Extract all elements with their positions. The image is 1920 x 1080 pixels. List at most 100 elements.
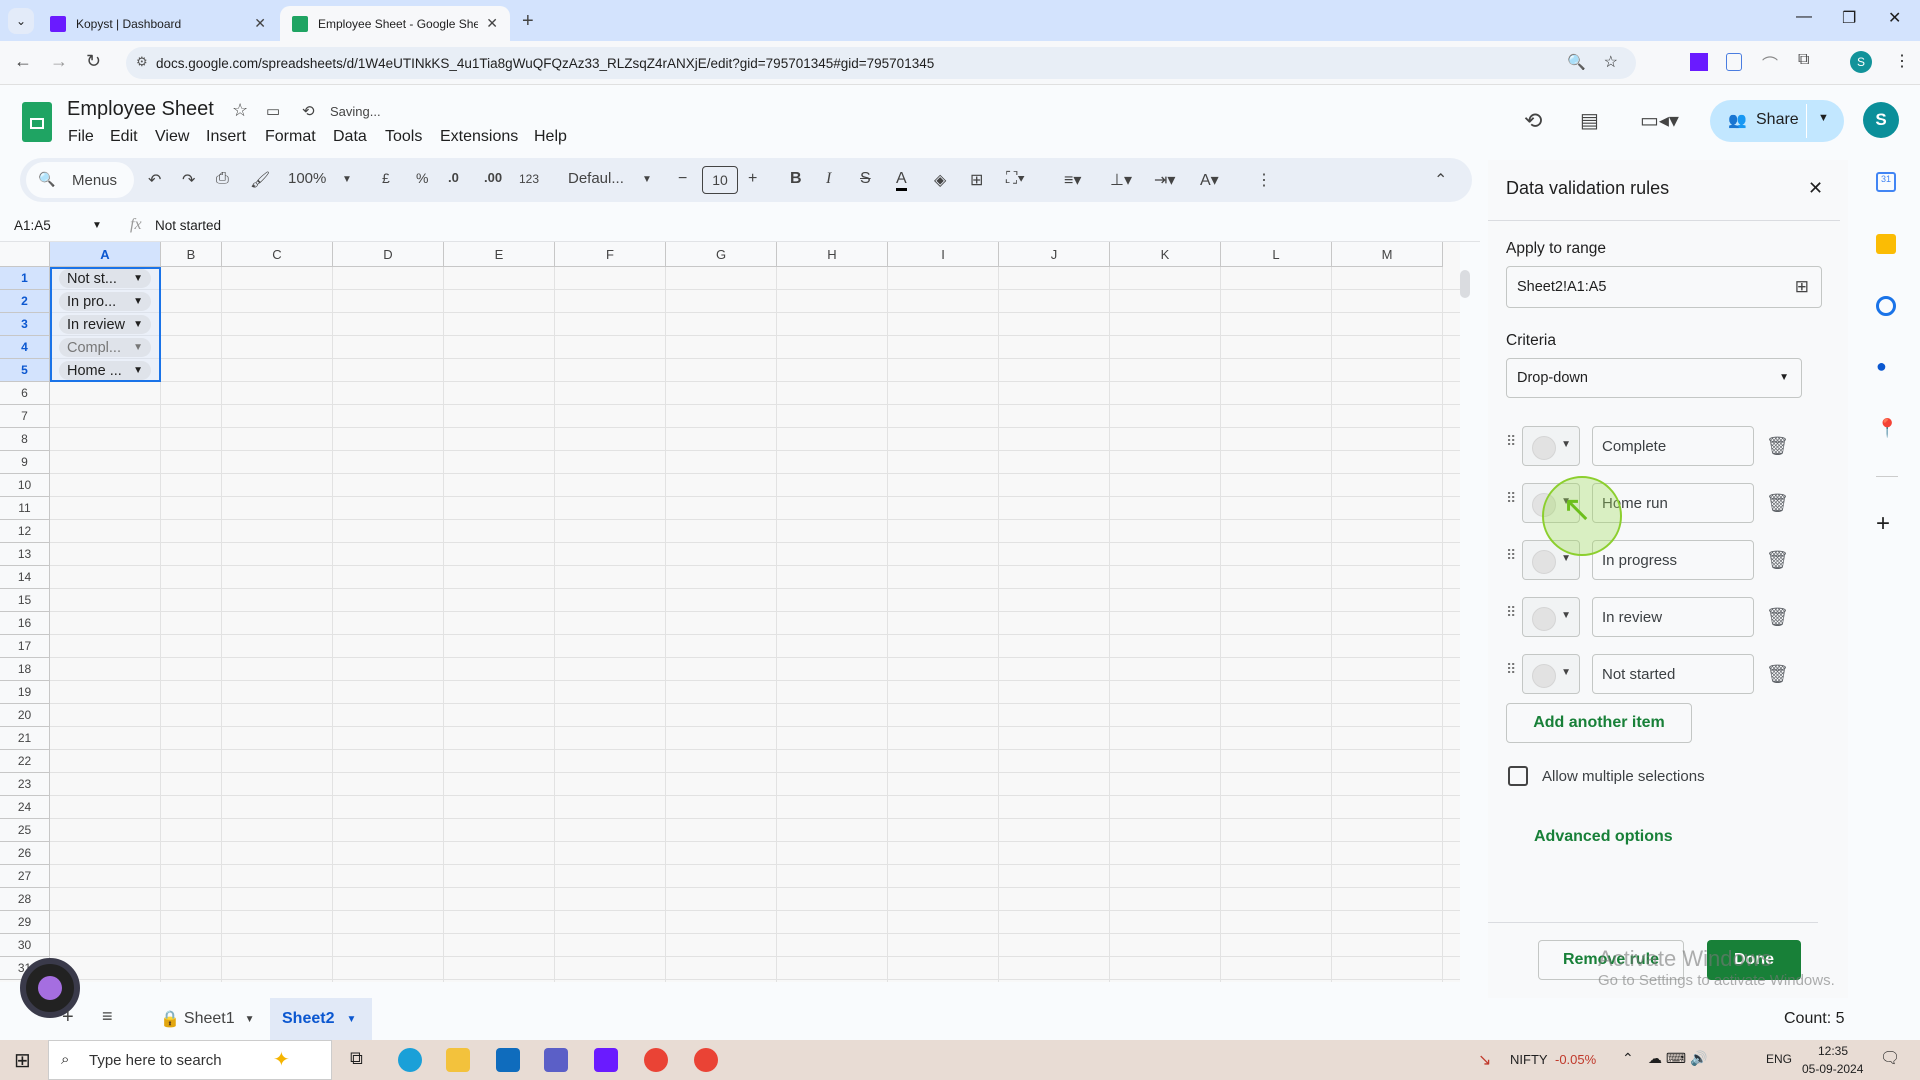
extensions-puzzle-icon[interactable]: ⧉ [1798, 51, 1809, 69]
chrome-profile-a-icon[interactable] [644, 1048, 668, 1072]
row-header[interactable]: 12 [0, 520, 50, 543]
dropdown-chip[interactable]: In review ▼ [59, 315, 151, 334]
clock-date[interactable]: 05-09-2024 [1802, 1062, 1863, 1076]
paint-format-icon[interactable]: 🖌 [250, 170, 270, 190]
row-header[interactable]: 26 [0, 842, 50, 865]
meet-icon[interactable]: ▭◂▾ [1640, 108, 1679, 133]
row-header[interactable]: 24 [0, 796, 50, 819]
column-header[interactable]: J [999, 242, 1110, 267]
borders-icon[interactable]: ⊞ [970, 170, 983, 190]
close-panel-icon[interactable]: ✕ [1808, 178, 1823, 199]
zoom-icon[interactable]: 🔍 [1567, 53, 1586, 71]
column-header[interactable]: M [1332, 242, 1443, 267]
language-indicator[interactable]: ENG [1766, 1052, 1792, 1066]
ticker-name[interactable]: NIFTY [1510, 1052, 1548, 1067]
row-header[interactable]: 21 [0, 727, 50, 750]
row-header[interactable]: 18 [0, 658, 50, 681]
vertical-scrollbar[interactable] [1460, 270, 1470, 298]
item-value-input[interactable]: In review [1592, 597, 1754, 637]
item-value-input[interactable]: In progress [1592, 540, 1754, 580]
menu-edit[interactable]: Edit [110, 128, 138, 146]
sheet-tab-sheet1[interactable]: 🔒 Sheet1 ▼ [160, 1004, 255, 1034]
tab-kopyst[interactable]: Kopyst | Dashboard ✕ [38, 6, 278, 41]
italic-icon[interactable]: I [826, 170, 831, 188]
menu-help[interactable]: Help [534, 128, 567, 146]
edge-icon[interactable] [398, 1048, 422, 1072]
zoom-select[interactable]: 100% [288, 170, 326, 187]
item-color-picker[interactable]: ▼ [1522, 654, 1580, 694]
font-select[interactable]: Defaul... [568, 170, 624, 187]
column-header[interactable]: B [161, 242, 222, 267]
row-header[interactable]: 13 [0, 543, 50, 566]
select-all-corner[interactable] [0, 242, 50, 267]
document-title[interactable]: Employee Sheet [67, 98, 214, 121]
comments-icon[interactable]: ▤ [1580, 108, 1599, 133]
row-header[interactable]: 17 [0, 635, 50, 658]
delete-item-icon[interactable]: 🗑 [1766, 436, 1789, 457]
share-button[interactable]: 👥 Share ▼ [1710, 100, 1844, 142]
row-header[interactable]: 1 [0, 267, 50, 290]
vertical-align-icon[interactable]: ⊥▾ [1110, 170, 1132, 190]
row-header[interactable]: 14 [0, 566, 50, 589]
name-box[interactable]: A1:A5 [14, 218, 51, 233]
row-header[interactable]: 20 [0, 704, 50, 727]
tray-icons[interactable]: ☁ ⌨ 🔊 [1648, 1050, 1707, 1067]
item-color-picker[interactable]: ▼ [1522, 426, 1580, 466]
row-header[interactable]: 6 [0, 382, 50, 405]
chrome-profile-s-icon[interactable] [694, 1048, 718, 1072]
move-folder-icon[interactable]: ▭ [266, 102, 280, 120]
delete-item-icon[interactable]: 🗑 [1766, 550, 1789, 571]
row-header[interactable]: 5 [0, 359, 50, 382]
row-header[interactable]: 11 [0, 497, 50, 520]
merge-cells-icon[interactable]: ⛶▾ [1006, 170, 1025, 188]
text-color-icon[interactable]: A [896, 170, 907, 191]
menu-view[interactable]: View [155, 128, 189, 146]
spreadsheet-grid[interactable]: A B C D E F G H I J K L M 1 2 3 4 5 6 7 8 9 10 11 12 13 14 15 16 17 18… [0, 242, 1460, 982]
chevron-down-icon[interactable]: ▼ [342, 174, 352, 185]
increase-decimal-button[interactable]: .00 [484, 170, 502, 185]
minimize-icon[interactable]: — [1796, 8, 1812, 26]
row-header[interactable]: 28 [0, 888, 50, 911]
undo-icon[interactable]: ↶ [148, 170, 161, 190]
select-range-icon[interactable]: ⊞ [1795, 277, 1809, 297]
menu-extensions[interactable]: Extensions [440, 128, 518, 146]
tab-search-button[interactable]: ⌄ [8, 8, 34, 34]
add-another-item-button[interactable]: Add another item [1506, 703, 1692, 743]
search-menus-input[interactable]: 🔍 Menus [26, 162, 134, 198]
column-header[interactable]: H [777, 242, 888, 267]
row-header[interactable]: 16 [0, 612, 50, 635]
all-sheets-icon[interactable]: ≡ [102, 1006, 113, 1027]
column-header[interactable]: I [888, 242, 999, 267]
extension-icon[interactable] [1726, 53, 1742, 71]
dropdown-chip[interactable]: Home ... ▼ [59, 361, 151, 380]
currency-format-button[interactable]: £ [382, 170, 390, 186]
decrease-decimal-button[interactable]: .0 [448, 170, 459, 185]
drag-handle-icon[interactable]: ⠿ [1506, 605, 1518, 627]
dropdown-chip[interactable]: In pro... ▼ [59, 292, 151, 311]
show-hidden-icons[interactable]: ⌃ [1622, 1050, 1634, 1067]
drag-handle-icon[interactable]: ⠿ [1506, 548, 1518, 570]
drag-handle-icon[interactable]: ⠿ [1506, 662, 1518, 684]
row-header[interactable]: 7 [0, 405, 50, 428]
text-wrap-icon[interactable]: ⇥▾ [1154, 170, 1175, 190]
collapse-toolbar-icon[interactable]: ⌃ [1434, 170, 1447, 190]
browser-menu-icon[interactable]: ⋮ [1894, 51, 1910, 71]
row-header[interactable]: 10 [0, 474, 50, 497]
print-icon[interactable]: ⎙ [216, 170, 229, 188]
menu-file[interactable]: File [68, 128, 94, 146]
menu-insert[interactable]: Insert [206, 128, 246, 146]
text-rotation-icon[interactable]: A▾ [1200, 170, 1219, 190]
delete-item-icon[interactable]: 🗑 [1766, 493, 1789, 514]
contacts-icon[interactable]: ● [1876, 356, 1896, 376]
add-sheet-icon[interactable]: + [62, 1006, 74, 1029]
advanced-options-link[interactable]: Advanced options [1534, 828, 1673, 846]
version-history-icon[interactable]: ⟲ [1524, 108, 1542, 134]
dropdown-chip[interactable]: Not st... ▼ [59, 269, 151, 288]
column-header[interactable]: C [222, 242, 333, 267]
decrease-font-icon[interactable]: − [678, 170, 687, 188]
strikethrough-icon[interactable]: S [860, 170, 871, 188]
sheets-logo-icon[interactable] [22, 102, 52, 142]
forward-icon[interactable]: → [50, 51, 68, 72]
row-header[interactable]: 2 [0, 290, 50, 313]
account-avatar[interactable]: S [1863, 102, 1899, 138]
